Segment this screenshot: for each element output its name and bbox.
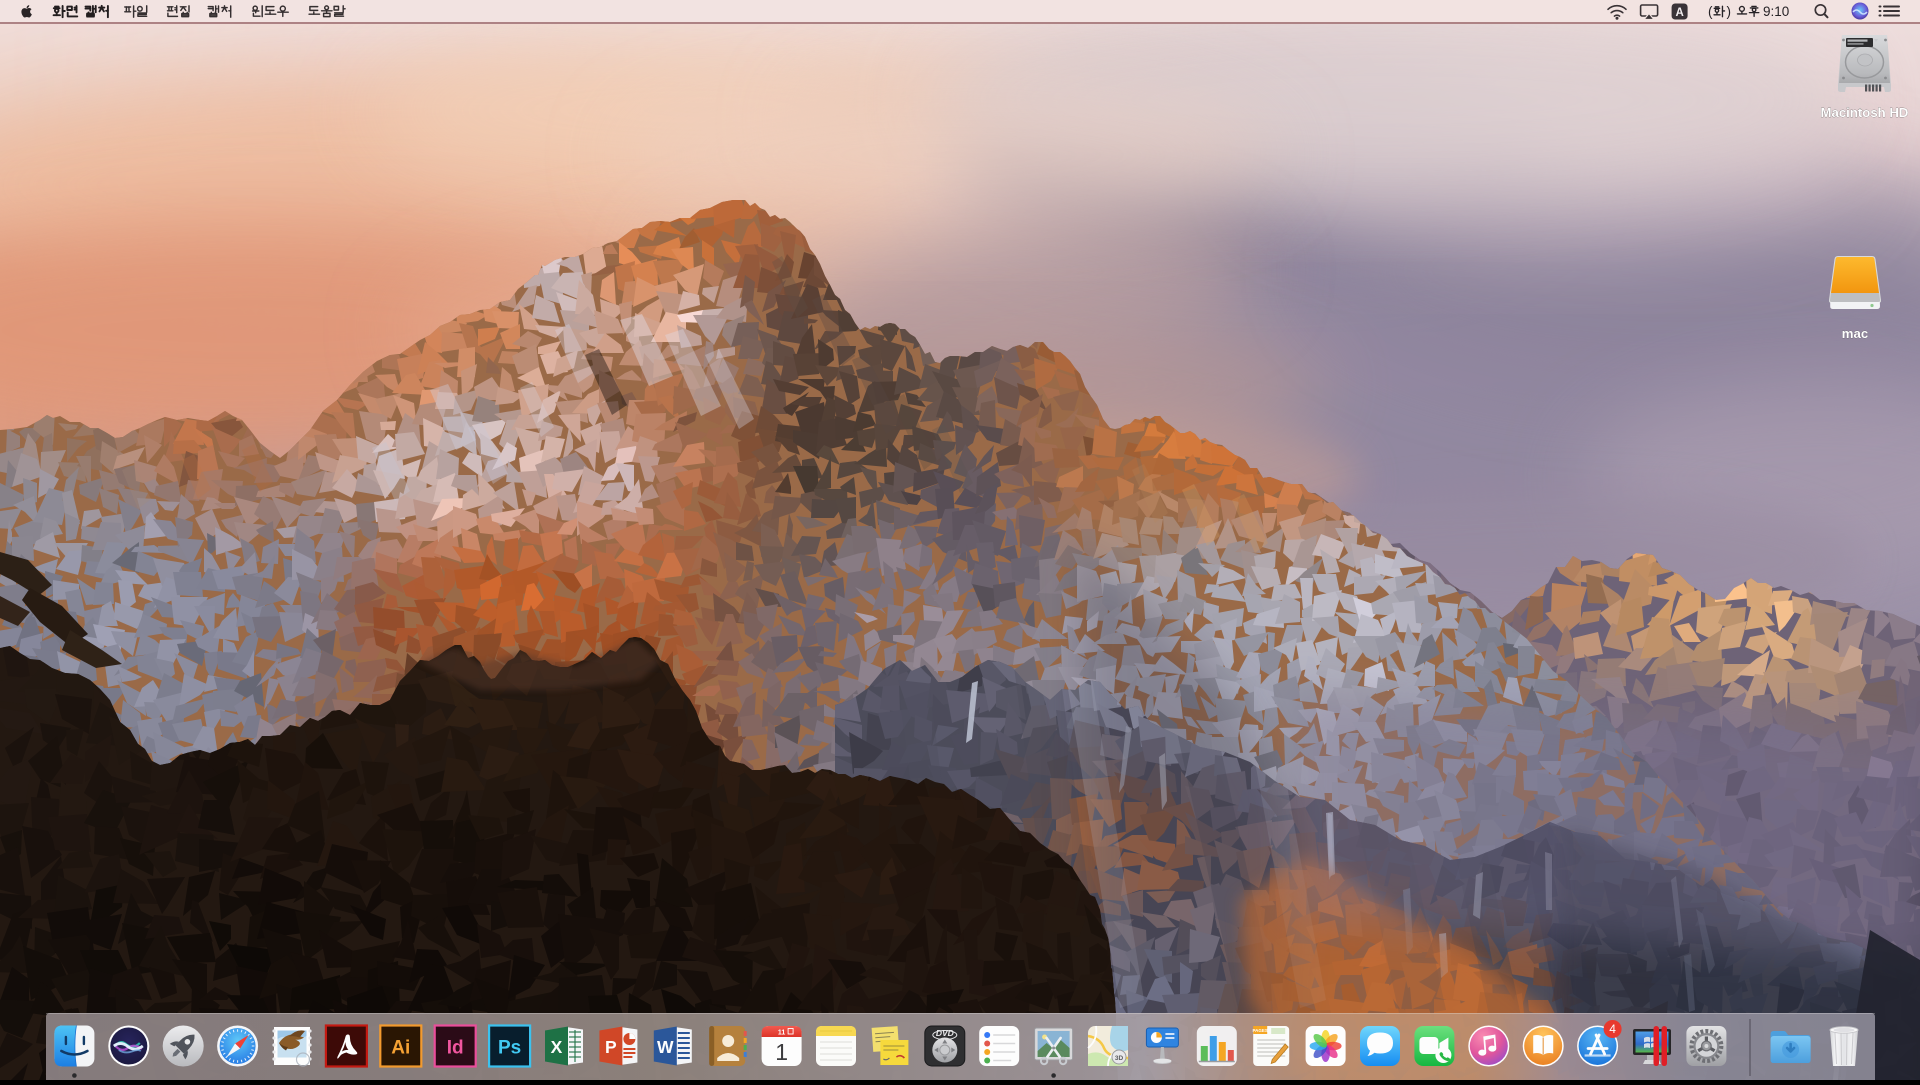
svg-text:DVD: DVD: [936, 1028, 954, 1038]
svg-text:W: W: [657, 1037, 674, 1057]
svg-text:4: 4: [1609, 1022, 1616, 1036]
svg-text:P: P: [605, 1037, 617, 1057]
svg-text:(: (: [1708, 4, 1713, 19]
svg-text:3D: 3D: [1115, 1055, 1124, 1062]
svg-text:mac: mac: [1842, 326, 1868, 341]
svg-text:9:10: 9:10: [1763, 4, 1789, 19]
svg-text:A: A: [1675, 7, 1683, 19]
svg-text:11: 11: [778, 1030, 786, 1037]
svg-text:X: X: [551, 1037, 563, 1057]
svg-text:Macintosh HD: Macintosh HD: [1821, 105, 1909, 120]
svg-text:): ): [1727, 4, 1732, 19]
svg-text:Id: Id: [447, 1038, 464, 1059]
svg-text:PAGES: PAGES: [1252, 1028, 1267, 1033]
svg-text:Ps: Ps: [498, 1038, 521, 1059]
svg-text:1: 1: [775, 1039, 788, 1065]
svg-text:Ai: Ai: [391, 1038, 410, 1059]
